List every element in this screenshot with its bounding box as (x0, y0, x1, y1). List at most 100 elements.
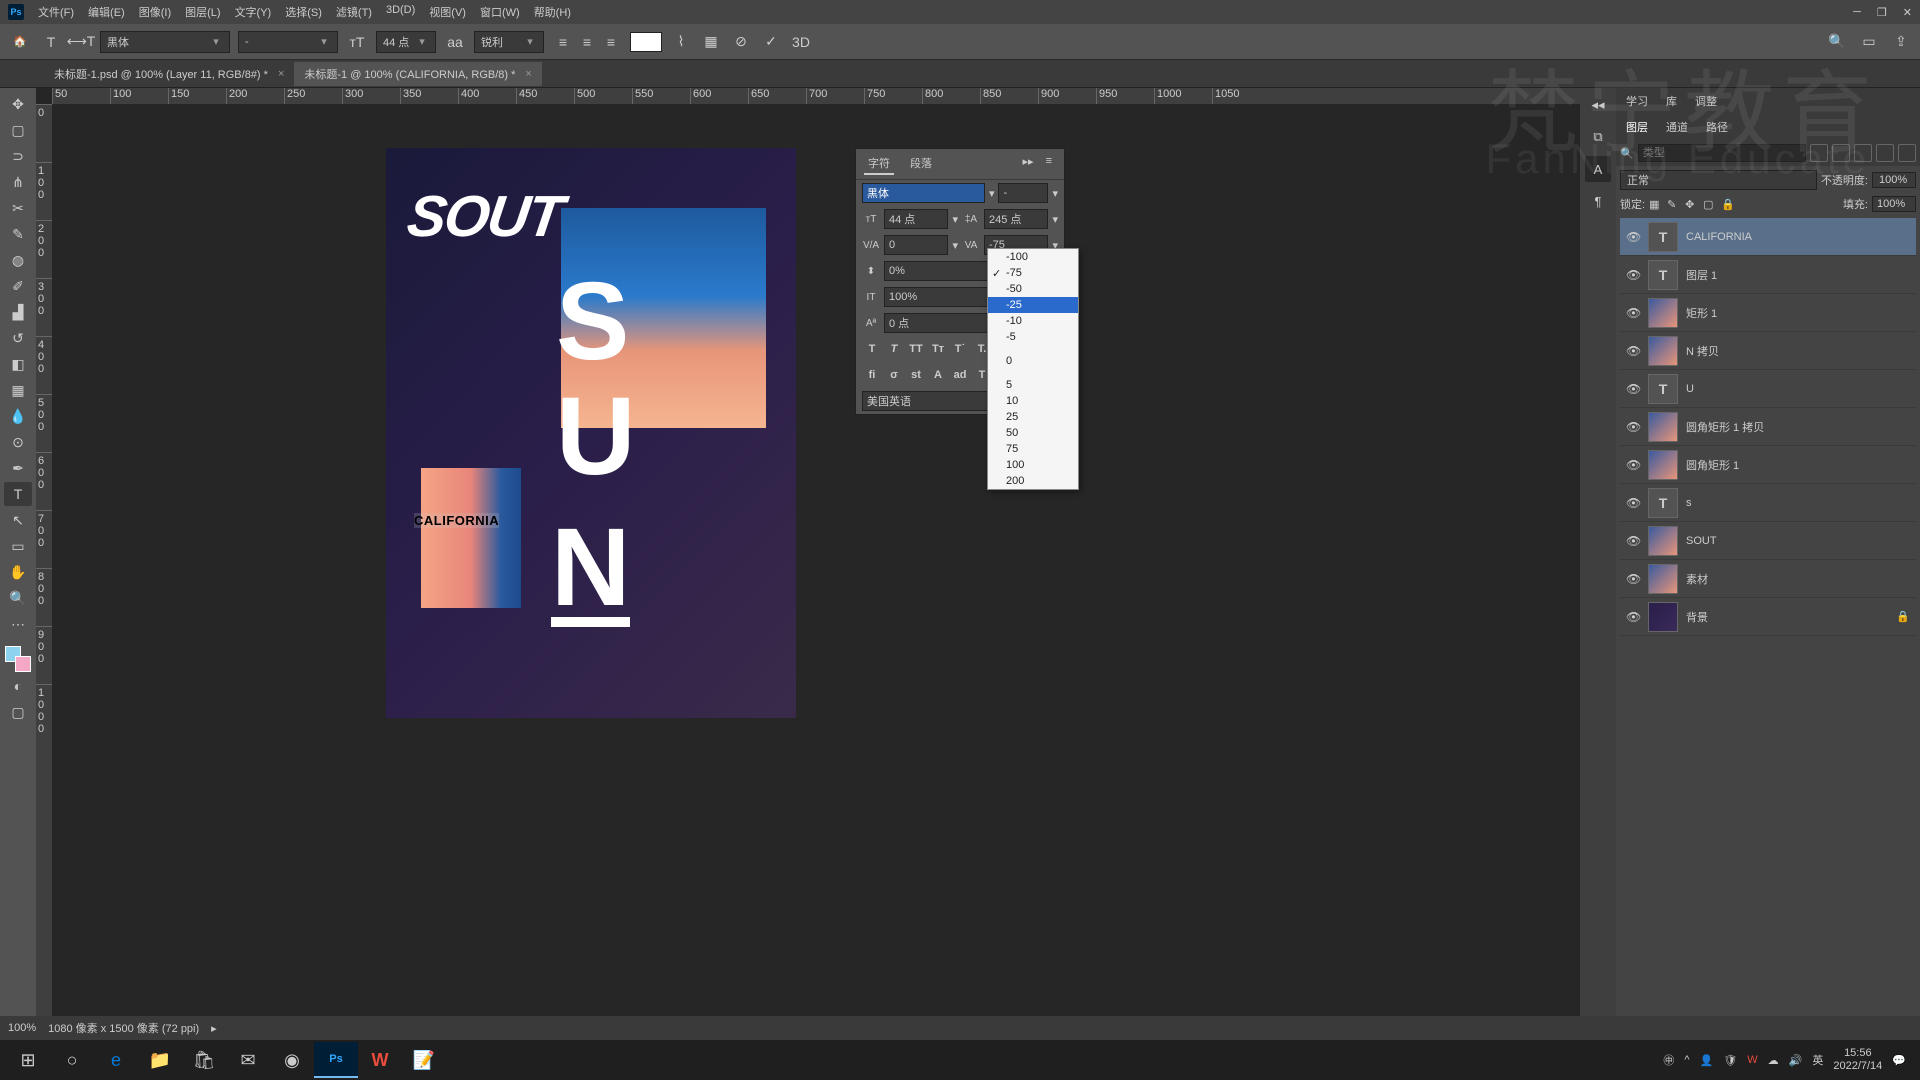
doc-tab-1[interactable]: 未标题-1.psd @ 100% (Layer 11, RGB/8#) *× (44, 62, 294, 86)
search-button[interactable]: ○ (50, 1042, 94, 1078)
visibility-icon[interactable]: 👁 (1626, 268, 1640, 282)
layer-name[interactable]: 圆角矩形 1 拷贝 (1686, 419, 1910, 435)
wps-icon[interactable]: W (358, 1042, 402, 1078)
pen-tool[interactable]: ✒ (4, 456, 32, 480)
color-swatches[interactable] (5, 646, 31, 672)
visibility-icon[interactable]: 👁 (1626, 458, 1640, 472)
ruler-vertical[interactable]: 01002003004005006007008009001000 (36, 104, 52, 1056)
home-icon[interactable]: 🏠 (8, 30, 32, 54)
layer-row[interactable]: 👁 圆角矩形 1 拷贝 (1620, 408, 1916, 446)
history-brush-tool[interactable]: ↺ (4, 326, 32, 350)
lock-pos-icon[interactable]: ✥ (1685, 198, 1699, 211)
layer-name[interactable]: 矩形 1 (1686, 305, 1910, 321)
italic-btn[interactable]: T (884, 340, 904, 358)
caps-btn[interactable]: TT (906, 340, 926, 358)
warp-text-icon[interactable]: ⌇ (670, 31, 692, 53)
lock-all-icon[interactable]: 🔒 (1721, 198, 1735, 211)
search-icon[interactable]: 🔍 (1826, 31, 1848, 53)
super-btn[interactable]: T˙ (950, 340, 970, 358)
visibility-icon[interactable]: 👁 (1626, 344, 1640, 358)
text-orient-icon[interactable]: ⟷T (70, 31, 92, 53)
dropdown-option[interactable]: 0 (988, 353, 1078, 369)
layer-row[interactable]: 👁 T U (1620, 370, 1916, 408)
layer-row[interactable]: 👁 圆角矩形 1 (1620, 446, 1916, 484)
dropdown-option[interactable]: 100 (988, 457, 1078, 473)
california-text[interactable]: CALIFORNIA (414, 513, 499, 528)
shape-tool[interactable]: ▭ (4, 534, 32, 558)
char-tab[interactable]: 字符 (864, 153, 894, 175)
para-mini-icon[interactable]: ¶ (1585, 188, 1611, 214)
workspace-icon[interactable]: ▭ (1858, 31, 1880, 53)
history-panel-icon[interactable]: ⧉ (1585, 124, 1611, 150)
tray-up-icon[interactable]: ^ (1684, 1054, 1689, 1066)
dropdown-option[interactable]: -25 (988, 297, 1078, 313)
brush-tool[interactable]: ✐ (4, 274, 32, 298)
filter-type-icon[interactable] (1854, 144, 1872, 162)
expand-panels-icon[interactable]: ◂◂ (1585, 92, 1611, 118)
layer-thumb[interactable] (1648, 564, 1678, 594)
close-tab-icon[interactable]: × (278, 68, 284, 80)
stamp-tool[interactable]: ▟ (4, 300, 32, 324)
dropdown-option[interactable]: -5 (988, 329, 1078, 345)
dropdown-option[interactable]: -75 (988, 265, 1078, 281)
move-tool[interactable]: ✥ (4, 92, 32, 116)
opacity-select[interactable]: 100% (1872, 172, 1916, 188)
share-icon[interactable]: ⇪ (1890, 31, 1912, 53)
align-right-icon[interactable]: ≡ (600, 31, 622, 53)
layer-row[interactable]: 👁 N 拷贝 (1620, 332, 1916, 370)
menu-window[interactable]: 窗口(W) (474, 1, 526, 23)
panel-menu-icon[interactable]: ≡ (1042, 153, 1056, 175)
char-kerning[interactable]: 0 (884, 235, 948, 255)
aa-select[interactable]: 锐利▾ (474, 31, 544, 53)
layer-row[interactable]: 👁 背景 🔒 (1620, 598, 1916, 636)
wand-tool[interactable]: ⋔ (4, 170, 32, 194)
dropdown-option[interactable]: 10 (988, 393, 1078, 409)
close-icon[interactable]: ✕ (1903, 6, 1912, 19)
tray-ime[interactable]: 英 (1812, 1052, 1823, 1068)
edit-toolbar[interactable]: ⋯ (4, 612, 32, 636)
visibility-icon[interactable]: 👁 (1626, 382, 1640, 396)
commit-icon[interactable]: ✓ (760, 31, 782, 53)
font-size-select[interactable]: 44 点▾ (376, 31, 436, 53)
dropdown-option[interactable]: 50 (988, 425, 1078, 441)
mail-icon[interactable]: ✉ (226, 1042, 270, 1078)
layer-thumb[interactable] (1648, 450, 1678, 480)
start-button[interactable]: ⊞ (6, 1042, 50, 1078)
fi-btn[interactable]: fi (862, 366, 882, 384)
tab-paths[interactable]: 路径 (1702, 116, 1732, 138)
st-btn[interactable]: st (906, 366, 926, 384)
char-panel-icon[interactable]: ▦ (700, 31, 722, 53)
tab-library[interactable]: 库 (1662, 90, 1681, 112)
layer-thumb[interactable]: T (1648, 260, 1678, 290)
layer-thumb[interactable] (1648, 602, 1678, 632)
zoom-tool[interactable]: 🔍 (4, 586, 32, 610)
font-family-select[interactable]: 黑体▾ (100, 31, 230, 53)
dropdown-option[interactable]: -10 (988, 313, 1078, 329)
canvas-area[interactable]: 5010015020025030035040045050055060065070… (36, 88, 1580, 1056)
menu-3d[interactable]: 3D(D) (380, 1, 421, 23)
layer-thumb[interactable] (1648, 336, 1678, 366)
photoshop-taskbar-icon[interactable]: Ps (314, 1042, 358, 1078)
lock-artboard-icon[interactable]: ▢ (1703, 198, 1717, 211)
dropdown-option[interactable]: 25 (988, 409, 1078, 425)
path-select-tool[interactable]: ↖ (4, 508, 32, 532)
taskbar-clock[interactable]: 15:562022/7/14 (1833, 1047, 1882, 1073)
dropdown-option[interactable]: 5 (988, 377, 1078, 393)
text-color-swatch[interactable] (630, 32, 662, 52)
lock-paint-icon[interactable]: ✎ (1667, 198, 1681, 211)
dropdown-option[interactable]: -100 (988, 249, 1078, 265)
layer-row[interactable]: 👁 T s (1620, 484, 1916, 522)
menu-filter[interactable]: 滤镜(T) (330, 1, 378, 23)
menu-help[interactable]: 帮助(H) (528, 1, 577, 23)
layer-thumb[interactable] (1648, 526, 1678, 556)
tab-adjust[interactable]: 调整 (1691, 90, 1721, 112)
eraser-tool[interactable]: ◧ (4, 352, 32, 376)
filter-adj-icon[interactable] (1832, 144, 1850, 162)
layer-name[interactable]: CALIFORNIA (1686, 231, 1910, 243)
dropdown-option[interactable]: -50 (988, 281, 1078, 297)
menu-type[interactable]: 文字(Y) (229, 1, 278, 23)
bold-btn[interactable]: T (862, 340, 882, 358)
menu-edit[interactable]: 编辑(E) (82, 1, 131, 23)
marquee-tool[interactable]: ▢ (4, 118, 32, 142)
filter-smart-icon[interactable] (1898, 144, 1916, 162)
